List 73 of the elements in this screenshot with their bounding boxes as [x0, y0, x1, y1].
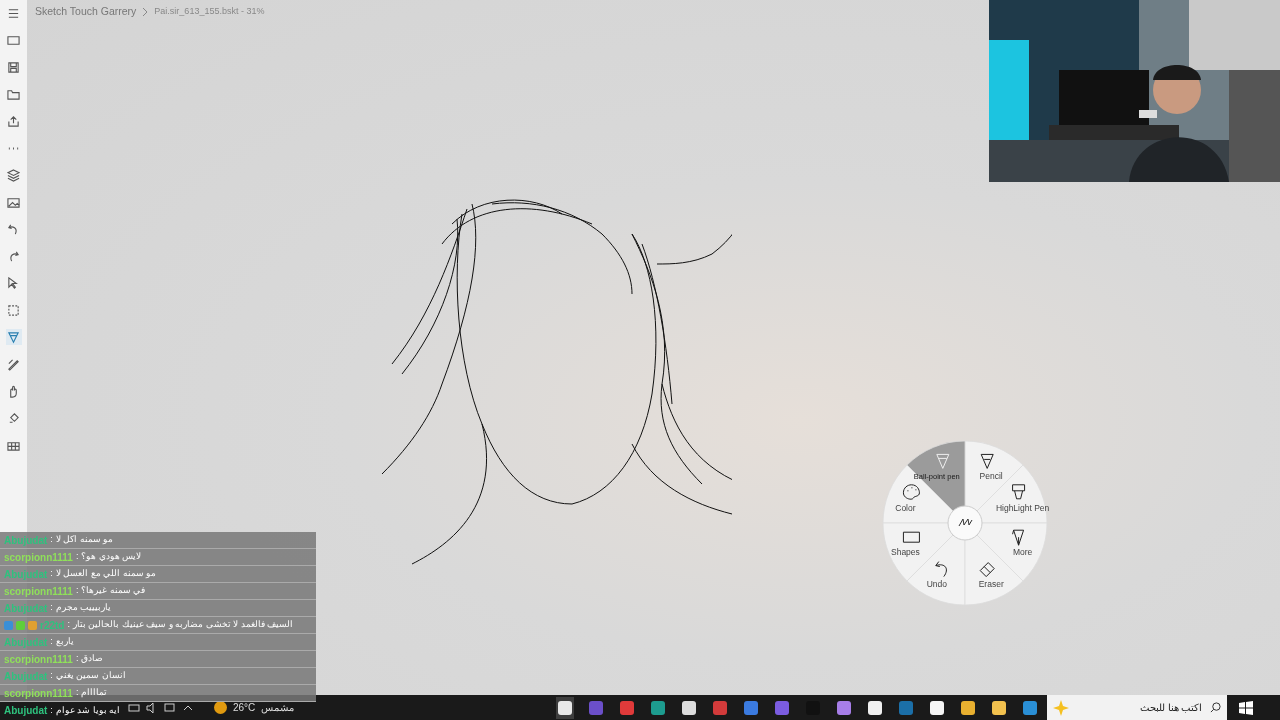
pen-icon: [936, 453, 950, 469]
chat-separator: :: [50, 601, 53, 615]
chat-text: مو سمنه اللي مع العسل لا: [55, 567, 157, 581]
chat-username: scorpionn1111: [4, 686, 73, 701]
eraser-icon: [979, 562, 995, 578]
chat-separator: :: [75, 652, 79, 666]
gallery-icon: [7, 195, 20, 209]
chat-separator: :: [75, 686, 79, 700]
chat-separator: :: [50, 567, 53, 581]
chat-text: في سمنه غيرها؟: [81, 584, 146, 598]
redo-icon: [7, 249, 20, 263]
weather-condition: مشمس: [261, 701, 295, 715]
chat-username: Abujudat: [4, 533, 48, 548]
chat-username: r22td: [40, 618, 65, 633]
sun-icon: [214, 701, 227, 714]
undo-icon: [935, 561, 947, 578]
save-tool-button[interactable]: [5, 59, 22, 75]
layers-tool-button[interactable]: [5, 167, 22, 183]
search-field[interactable]: اكتب هنا للبحث: [1075, 699, 1205, 716]
highlighter-icon: [1012, 484, 1026, 500]
save-icon: [7, 60, 20, 74]
chat-separator: :: [75, 584, 79, 598]
share-icon: [7, 114, 20, 128]
chat-separator: :: [50, 533, 53, 547]
center-button[interactable]: [947, 505, 983, 541]
share-tool-button[interactable]: [5, 113, 22, 129]
chat-username: Abujudat: [4, 669, 48, 684]
chevron-icon: [142, 6, 149, 17]
file-name: Pai.sir_613_155.bskt - 31%: [154, 5, 265, 19]
undo-icon: [7, 222, 20, 236]
keyboard-icon[interactable]: [128, 701, 140, 714]
chat-username: Abujudat: [4, 601, 48, 616]
fountain-pen-icon: [1012, 529, 1025, 546]
chat-username: scorpionn1111: [4, 652, 73, 667]
pen-icon: [7, 330, 20, 344]
chat-text: ايه بويا شد عوام: [55, 703, 121, 717]
chat-separator: :: [50, 669, 53, 683]
chat-separator: :: [50, 703, 53, 717]
start-button[interactable]: [1239, 700, 1254, 715]
chat-text: لايس هودي هو؟: [81, 550, 142, 564]
menu-icon: [7, 6, 20, 20]
chat-separator: :: [67, 618, 70, 632]
temperature: 26°C: [233, 701, 256, 715]
sparkle-icon: [1053, 699, 1070, 716]
network-icon[interactable]: [164, 701, 176, 714]
chat-separator: :: [50, 635, 53, 649]
selection-tool-button[interactable]: [5, 302, 22, 318]
chat-text: ياربع: [55, 635, 74, 649]
chat-username: scorpionn1111: [4, 584, 73, 599]
brush-icon: [7, 357, 20, 371]
rectangle-icon: [902, 531, 920, 543]
chat-text: انسان سمين يغني: [55, 669, 126, 683]
pen-tool-button[interactable]: [5, 329, 22, 345]
selection-icon: [7, 303, 20, 317]
chat-username: Abujudat: [4, 635, 48, 650]
layers-icon: [7, 168, 20, 182]
chat-text: ياربيييب مجرم: [55, 601, 112, 615]
chat-separator: :: [75, 550, 79, 564]
pencil-icon: [980, 453, 994, 469]
taskbar-app[interactable]: [556, 696, 575, 719]
pointer-icon: [7, 276, 20, 290]
search-bar[interactable]: اكتب هنا للبحث: [1047, 695, 1228, 720]
search-icon: [1210, 702, 1222, 713]
chat-username: Abujudat: [4, 567, 48, 582]
hand-icon: [7, 384, 20, 398]
palette-icon: [902, 484, 920, 500]
chat-text: تماااام: [81, 686, 108, 700]
chat-text: مو سمنه اكل لا: [55, 533, 114, 547]
chat-text: صادق: [81, 652, 104, 666]
chat-text: السيف فالغمد لا تخشى مضاربه و سيف عينيك بالحالين بتار: [72, 618, 294, 632]
chat-username: scorpionn1111: [4, 550, 73, 565]
folder-icon: [7, 87, 20, 101]
chat-username: Abujudat: [4, 704, 48, 718]
